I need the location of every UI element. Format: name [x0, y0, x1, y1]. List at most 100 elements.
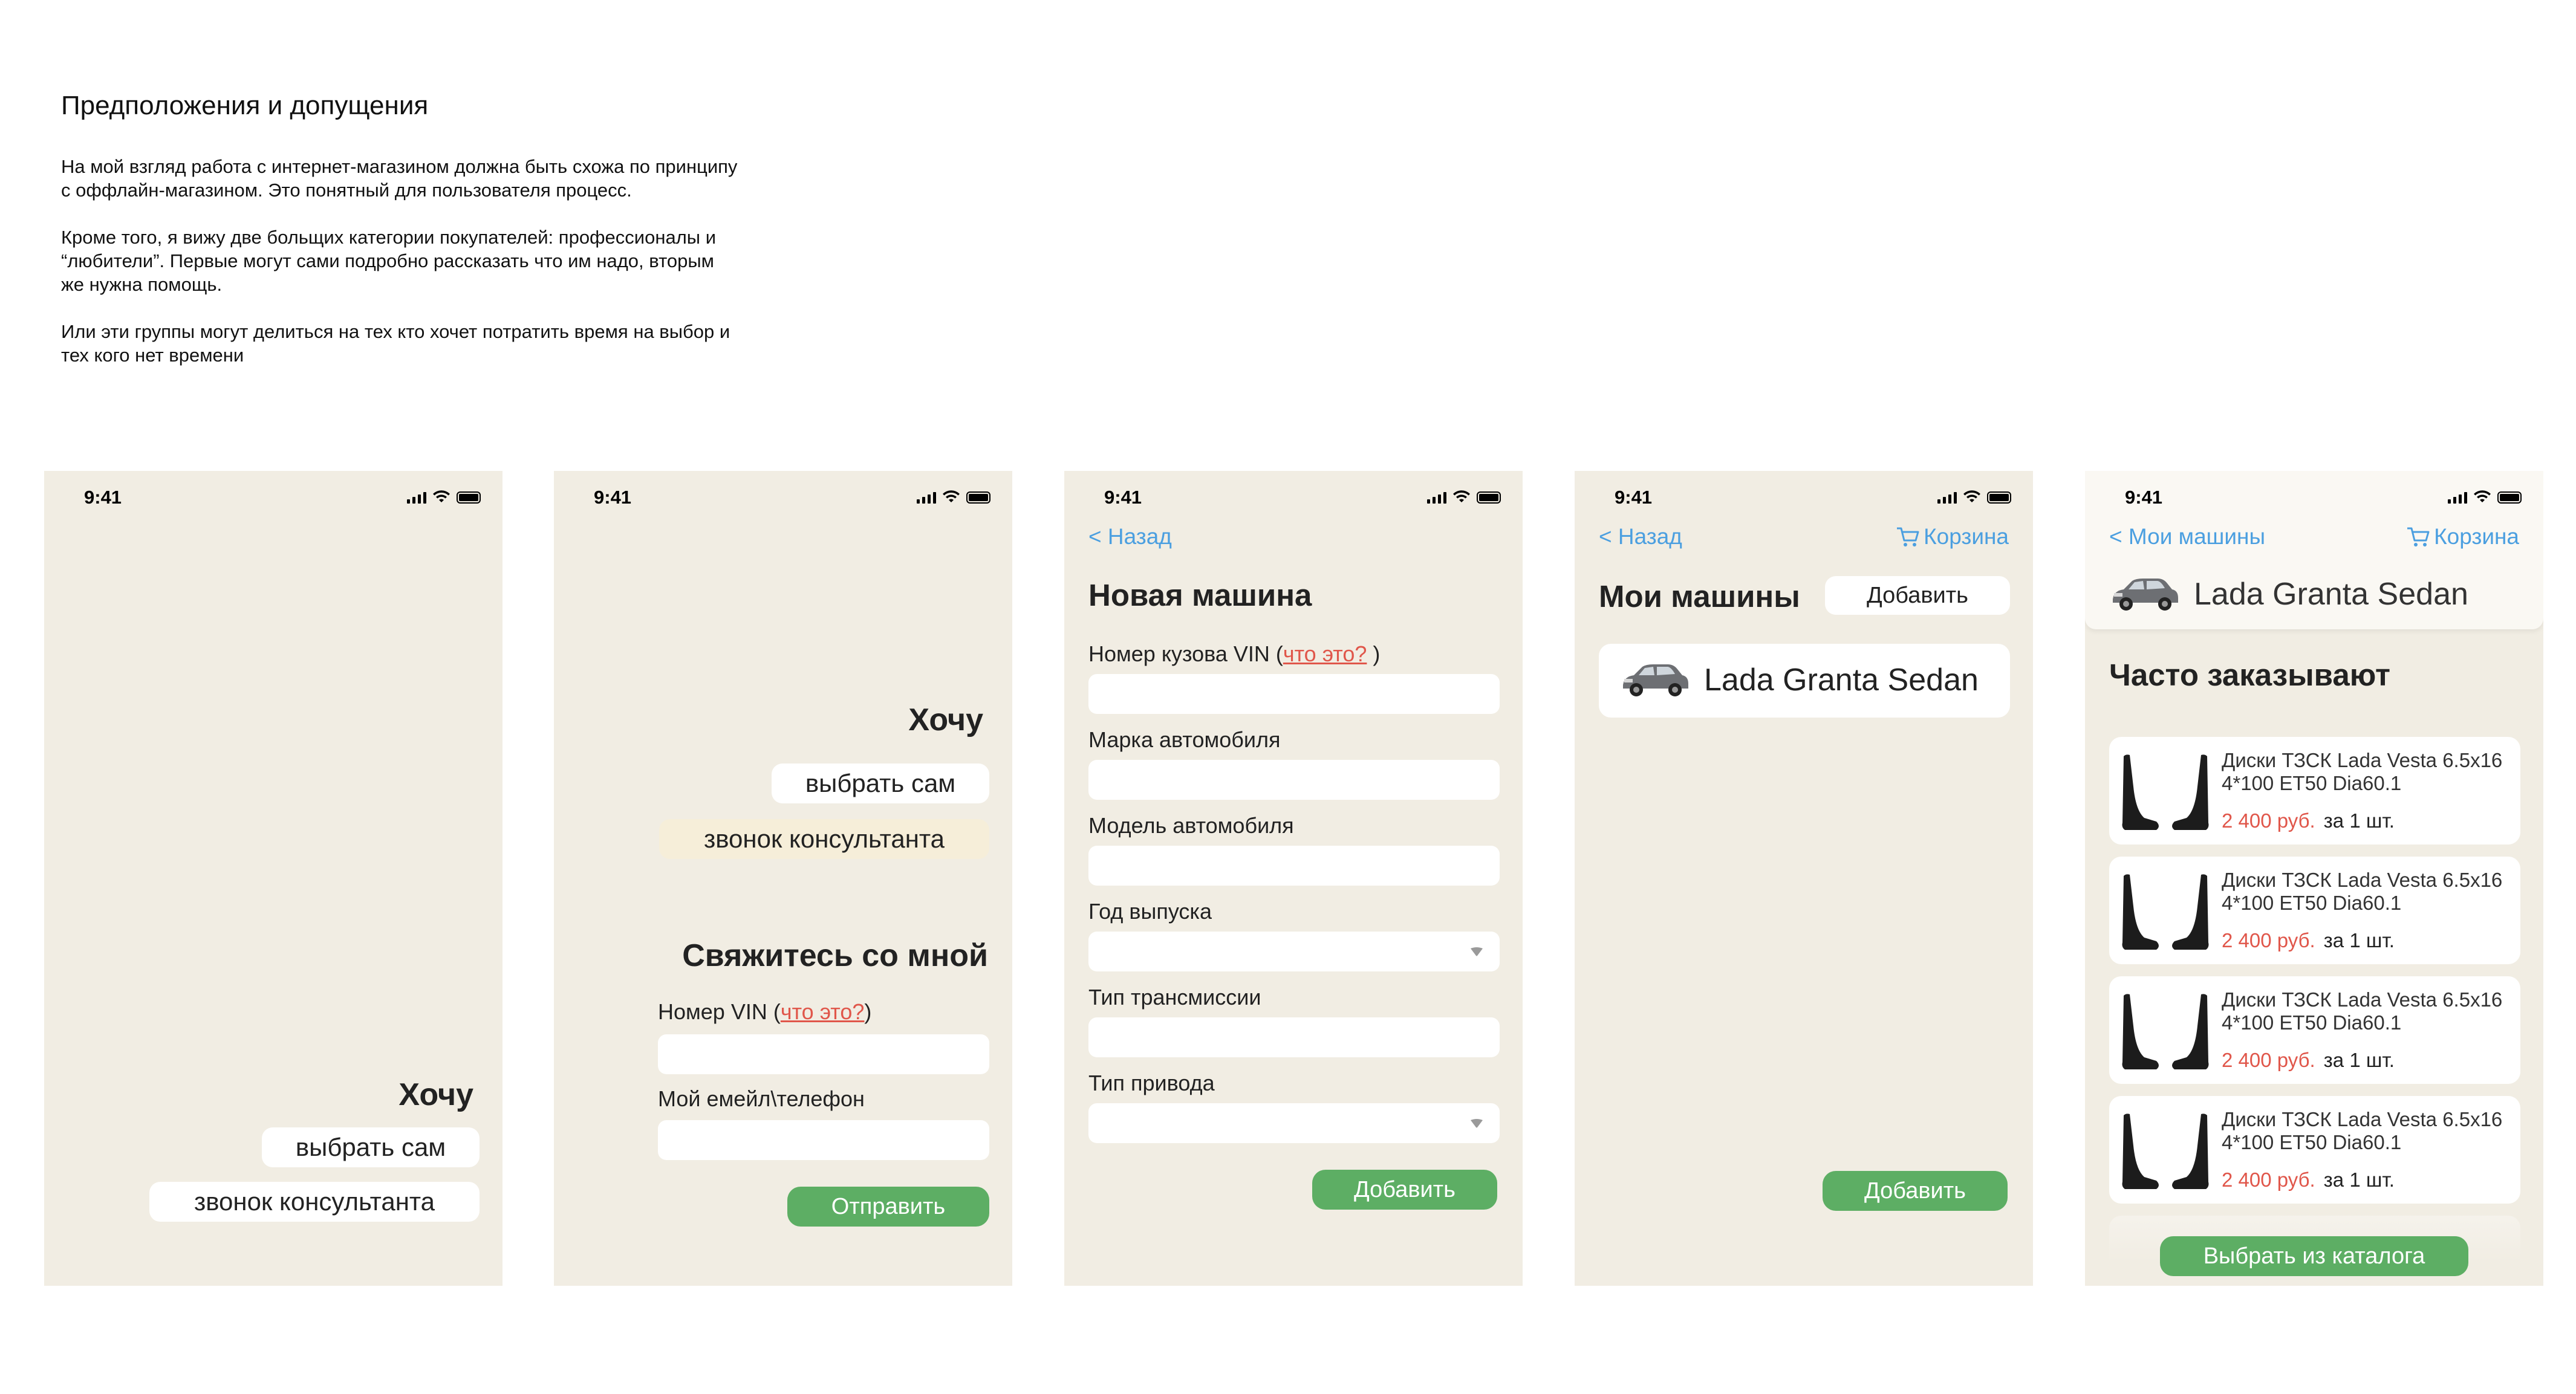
choose-from-catalog-button[interactable]: Выбрать из каталога	[2160, 1236, 2468, 1276]
status-time: 9:41	[2125, 487, 2163, 508]
wifi-icon	[1963, 490, 1981, 504]
cart-link[interactable]: Корзина	[2406, 524, 2519, 549]
screen-my-cars: 9:41 < Назад Корзина Мои машины Добавить…	[1575, 471, 2033, 1286]
product-card[interactable]: Диски ТЗСК Lada Vesta 6.5x16 4*100 ET50 …	[2109, 1096, 2520, 1204]
chevron-down-icon	[1469, 946, 1484, 957]
product-unit: за 1 шт.	[2323, 929, 2395, 951]
product-name: Диски ТЗСК Lada Vesta 6.5x16 4*100 ET50 …	[2222, 1108, 2503, 1153]
back-link[interactable]: < Назад	[1599, 524, 1682, 549]
screen-start: 9:41 Хочу выбрать сам звонок консультант…	[44, 471, 503, 1286]
product-card[interactable]: Диски ТЗСК Lada Vesta 6.5x16 4*100 ET50 …	[2109, 737, 2520, 845]
car-name: Lada Granta Sedan	[1704, 663, 1979, 698]
wifi-icon	[2473, 490, 2491, 504]
cellular-signal-icon	[1427, 490, 1446, 504]
car-name: Lada Granta Sedan	[2194, 577, 2468, 612]
frequently-ordered-title: Часто заказывают	[2109, 658, 2390, 692]
vin-label: Номер кузова VIN (что это? )	[1088, 641, 1380, 667]
intro-section: Предположения и допущения На мой взгляд …	[61, 91, 738, 391]
car-thumbnail	[2108, 572, 2181, 615]
wifi-icon	[432, 490, 450, 504]
wifi-icon	[1452, 490, 1471, 504]
call-consultant-button-selected[interactable]: звонок консультанта	[659, 819, 989, 859]
choose-self-button[interactable]: выбрать сам	[772, 763, 989, 803]
product-card[interactable]: Диски ТЗСК Lada Vesta 6.5x16 4*100 ET50 …	[2109, 976, 2520, 1084]
choose-self-button[interactable]: выбрать сам	[262, 1127, 480, 1167]
status-bar: 9:41	[44, 487, 503, 511]
status-time: 9:41	[84, 487, 122, 508]
intro-paragraph: Кроме того, я вижу две больщих категории…	[61, 227, 717, 295]
what-is-this-link[interactable]: что это?	[1283, 641, 1367, 666]
brand-input[interactable]	[1088, 760, 1500, 800]
intro-paragraph: На мой взгляд работа с интернет-магазино…	[61, 156, 738, 201]
cellular-signal-icon	[1937, 490, 1957, 504]
product-unit: за 1 шт.	[2323, 809, 2395, 832]
new-car-title: Новая машина	[1088, 578, 1312, 612]
product-price: 2 400 руб.	[2222, 809, 2315, 832]
send-button[interactable]: Отправить	[787, 1187, 989, 1227]
email-phone-input[interactable]	[658, 1120, 989, 1160]
year-label: Год выпуска	[1088, 899, 1212, 924]
product-name: Диски ТЗСК Lada Vesta 6.5x16 4*100 ET50 …	[2222, 869, 2503, 914]
product-price-row: 2 400 руб. за 1 шт.	[2222, 809, 2395, 832]
product-card[interactable]: Диски ТЗСК Lada Vesta 6.5x16 4*100 ET50 …	[2109, 857, 2520, 964]
product-name: Диски ТЗСК Lada Vesta 6.5x16 4*100 ET50 …	[2222, 749, 2503, 794]
product-image	[2120, 1109, 2211, 1191]
add-car-bottom-button[interactable]: Добавить	[1823, 1171, 2008, 1211]
add-car-top-button[interactable]: Добавить	[1825, 576, 2010, 615]
product-image	[2120, 870, 2211, 952]
product-price-row: 2 400 руб. за 1 шт.	[2222, 1049, 2395, 1072]
my-cars-back-link[interactable]: < Мои машины	[2109, 524, 2265, 549]
battery-icon	[966, 491, 990, 504]
cart-link[interactable]: Корзина	[1896, 524, 2009, 549]
status-bar: 9:41	[1575, 487, 2033, 511]
vin-label-close: )	[1367, 641, 1381, 666]
intro-paragraph: Или эти группы могут делиться на тех кто…	[61, 321, 730, 366]
product-unit: за 1 шт.	[2323, 1049, 2395, 1071]
transmission-label: Тип трансмиссии	[1088, 985, 1261, 1010]
cart-label: Корзина	[2434, 524, 2519, 549]
product-price: 2 400 руб.	[2222, 1049, 2315, 1071]
vin-input[interactable]	[1088, 674, 1500, 714]
what-is-this-link[interactable]: что это?	[781, 999, 865, 1024]
status-time: 9:41	[1615, 487, 1653, 508]
screen-contact: 9:41 Хочу выбрать сам звонок консультант…	[554, 471, 1012, 1286]
drive-label: Тип привода	[1088, 1071, 1215, 1095]
want-heading: Хочу	[908, 702, 983, 738]
vin-label-text: Номер кузова VIN (	[1088, 641, 1283, 666]
year-select[interactable]	[1088, 932, 1500, 971]
product-price: 2 400 руб.	[2222, 1169, 2315, 1191]
screen-car-detail: 9:41 < Мои машины Корзина Lada Granta Se…	[2085, 471, 2543, 1286]
battery-icon	[457, 491, 481, 504]
product-image	[2120, 750, 2211, 832]
add-car-button[interactable]: Добавить	[1312, 1170, 1497, 1210]
car-card[interactable]: Lada Granta Sedan	[1599, 644, 2010, 718]
status-bar: 9:41	[1064, 487, 1523, 511]
product-price: 2 400 руб.	[2222, 929, 2315, 951]
contact-label: Мой емейл\телефон	[658, 1086, 865, 1111]
cart-icon	[2406, 526, 2430, 548]
vin-input[interactable]	[658, 1034, 989, 1074]
my-cars-title: Мои машины	[1599, 579, 1800, 614]
drive-select[interactable]	[1088, 1103, 1500, 1143]
contact-me-title: Свяжитесь со мной	[682, 938, 988, 973]
cellular-signal-icon	[2448, 490, 2467, 504]
cellular-signal-icon	[407, 490, 426, 504]
battery-icon	[1477, 491, 1501, 504]
product-unit: за 1 шт.	[2323, 1169, 2395, 1191]
model-label: Модель автомобиля	[1088, 813, 1294, 838]
model-input[interactable]	[1088, 846, 1500, 886]
status-bar: 9:41	[554, 487, 1012, 511]
transmission-input[interactable]	[1088, 1017, 1500, 1057]
call-consultant-button[interactable]: звонок консультанта	[149, 1182, 480, 1222]
product-price-row: 2 400 руб. за 1 шт.	[2222, 1169, 2395, 1191]
product-price-row: 2 400 руб. за 1 шт.	[2222, 929, 2395, 952]
screen-new-car: 9:41 < Назад Новая машина Номер кузова V…	[1064, 471, 1523, 1286]
back-link[interactable]: < Назад	[1088, 524, 1172, 549]
product-name: Диски ТЗСК Lada Vesta 6.5x16 4*100 ET50 …	[2222, 988, 2503, 1034]
battery-icon	[2497, 491, 2522, 504]
brand-label: Марка автомобиля	[1088, 727, 1281, 752]
vin-label: Номер VIN (что это?)	[658, 999, 871, 1025]
vin-label-close: )	[864, 999, 872, 1024]
intro-title: Предположения и допущения	[61, 91, 429, 120]
chevron-down-icon	[1469, 1118, 1484, 1129]
